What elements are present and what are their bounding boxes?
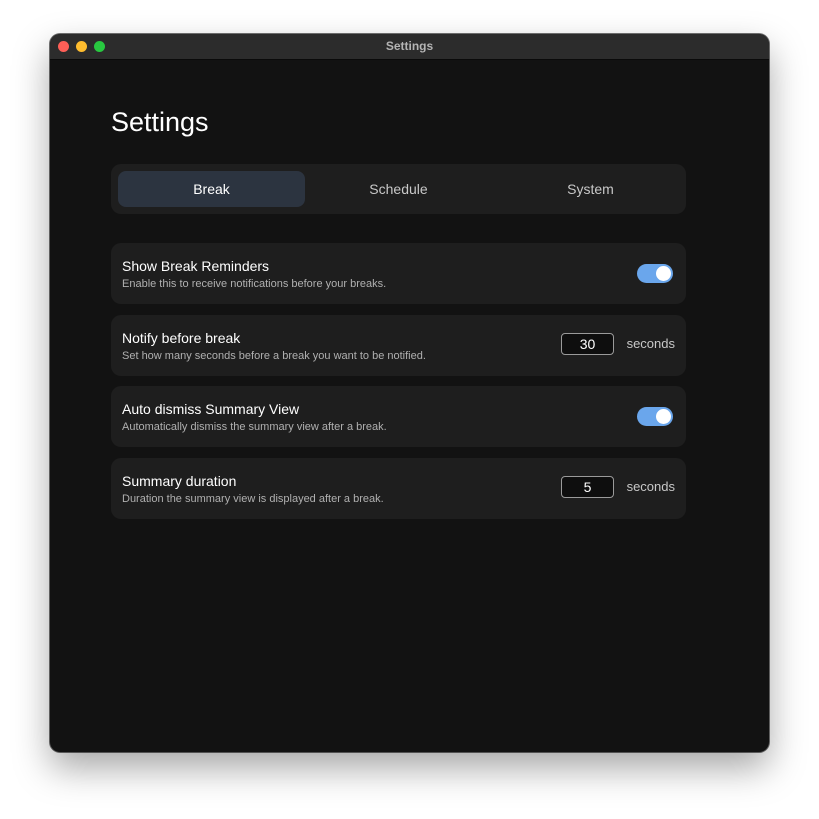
- auto-dismiss-summary-toggle[interactable]: [637, 407, 673, 426]
- toggle-knob: [656, 409, 671, 424]
- setting-description: Automatically dismiss the summary view a…: [122, 421, 387, 433]
- summary-duration-input[interactable]: [561, 476, 614, 498]
- settings-window: Settings Settings Break Schedule System …: [50, 34, 769, 752]
- setting-description: Set how many seconds before a break you …: [122, 350, 426, 362]
- setting-summary-duration: Summary duration Duration the summary vi…: [111, 458, 686, 519]
- toggle-knob: [656, 266, 671, 281]
- setting-label: Show Break Reminders: [122, 258, 270, 274]
- unit-label: seconds: [626, 479, 675, 494]
- title-bar: Settings: [50, 34, 769, 60]
- show-break-reminders-toggle[interactable]: [637, 264, 673, 283]
- page-title: Settings: [111, 107, 209, 137]
- setting-description: Enable this to receive notifications bef…: [122, 278, 387, 290]
- tab-system[interactable]: System: [497, 171, 684, 207]
- setting-label: Summary duration: [122, 473, 237, 489]
- window-title: Settings: [385, 39, 434, 53]
- setting-show-break-reminders: Show Break Reminders Enable this to rece…: [111, 243, 686, 304]
- setting-notify-before-break: Notify before break Set how many seconds…: [111, 315, 686, 376]
- tab-break[interactable]: Break: [118, 171, 305, 207]
- tab-schedule[interactable]: Schedule: [305, 171, 492, 207]
- setting-label: Auto dismiss Summary View: [122, 401, 300, 417]
- setting-label: Notify before break: [122, 330, 241, 346]
- settings-tab-bar: Break Schedule System: [111, 164, 686, 214]
- setting-auto-dismiss-summary: Auto dismiss Summary View Automatically …: [111, 386, 686, 447]
- unit-label: seconds: [626, 336, 675, 351]
- notify-before-break-input[interactable]: [561, 333, 614, 355]
- setting-description: Duration the summary view is displayed a…: [122, 493, 384, 505]
